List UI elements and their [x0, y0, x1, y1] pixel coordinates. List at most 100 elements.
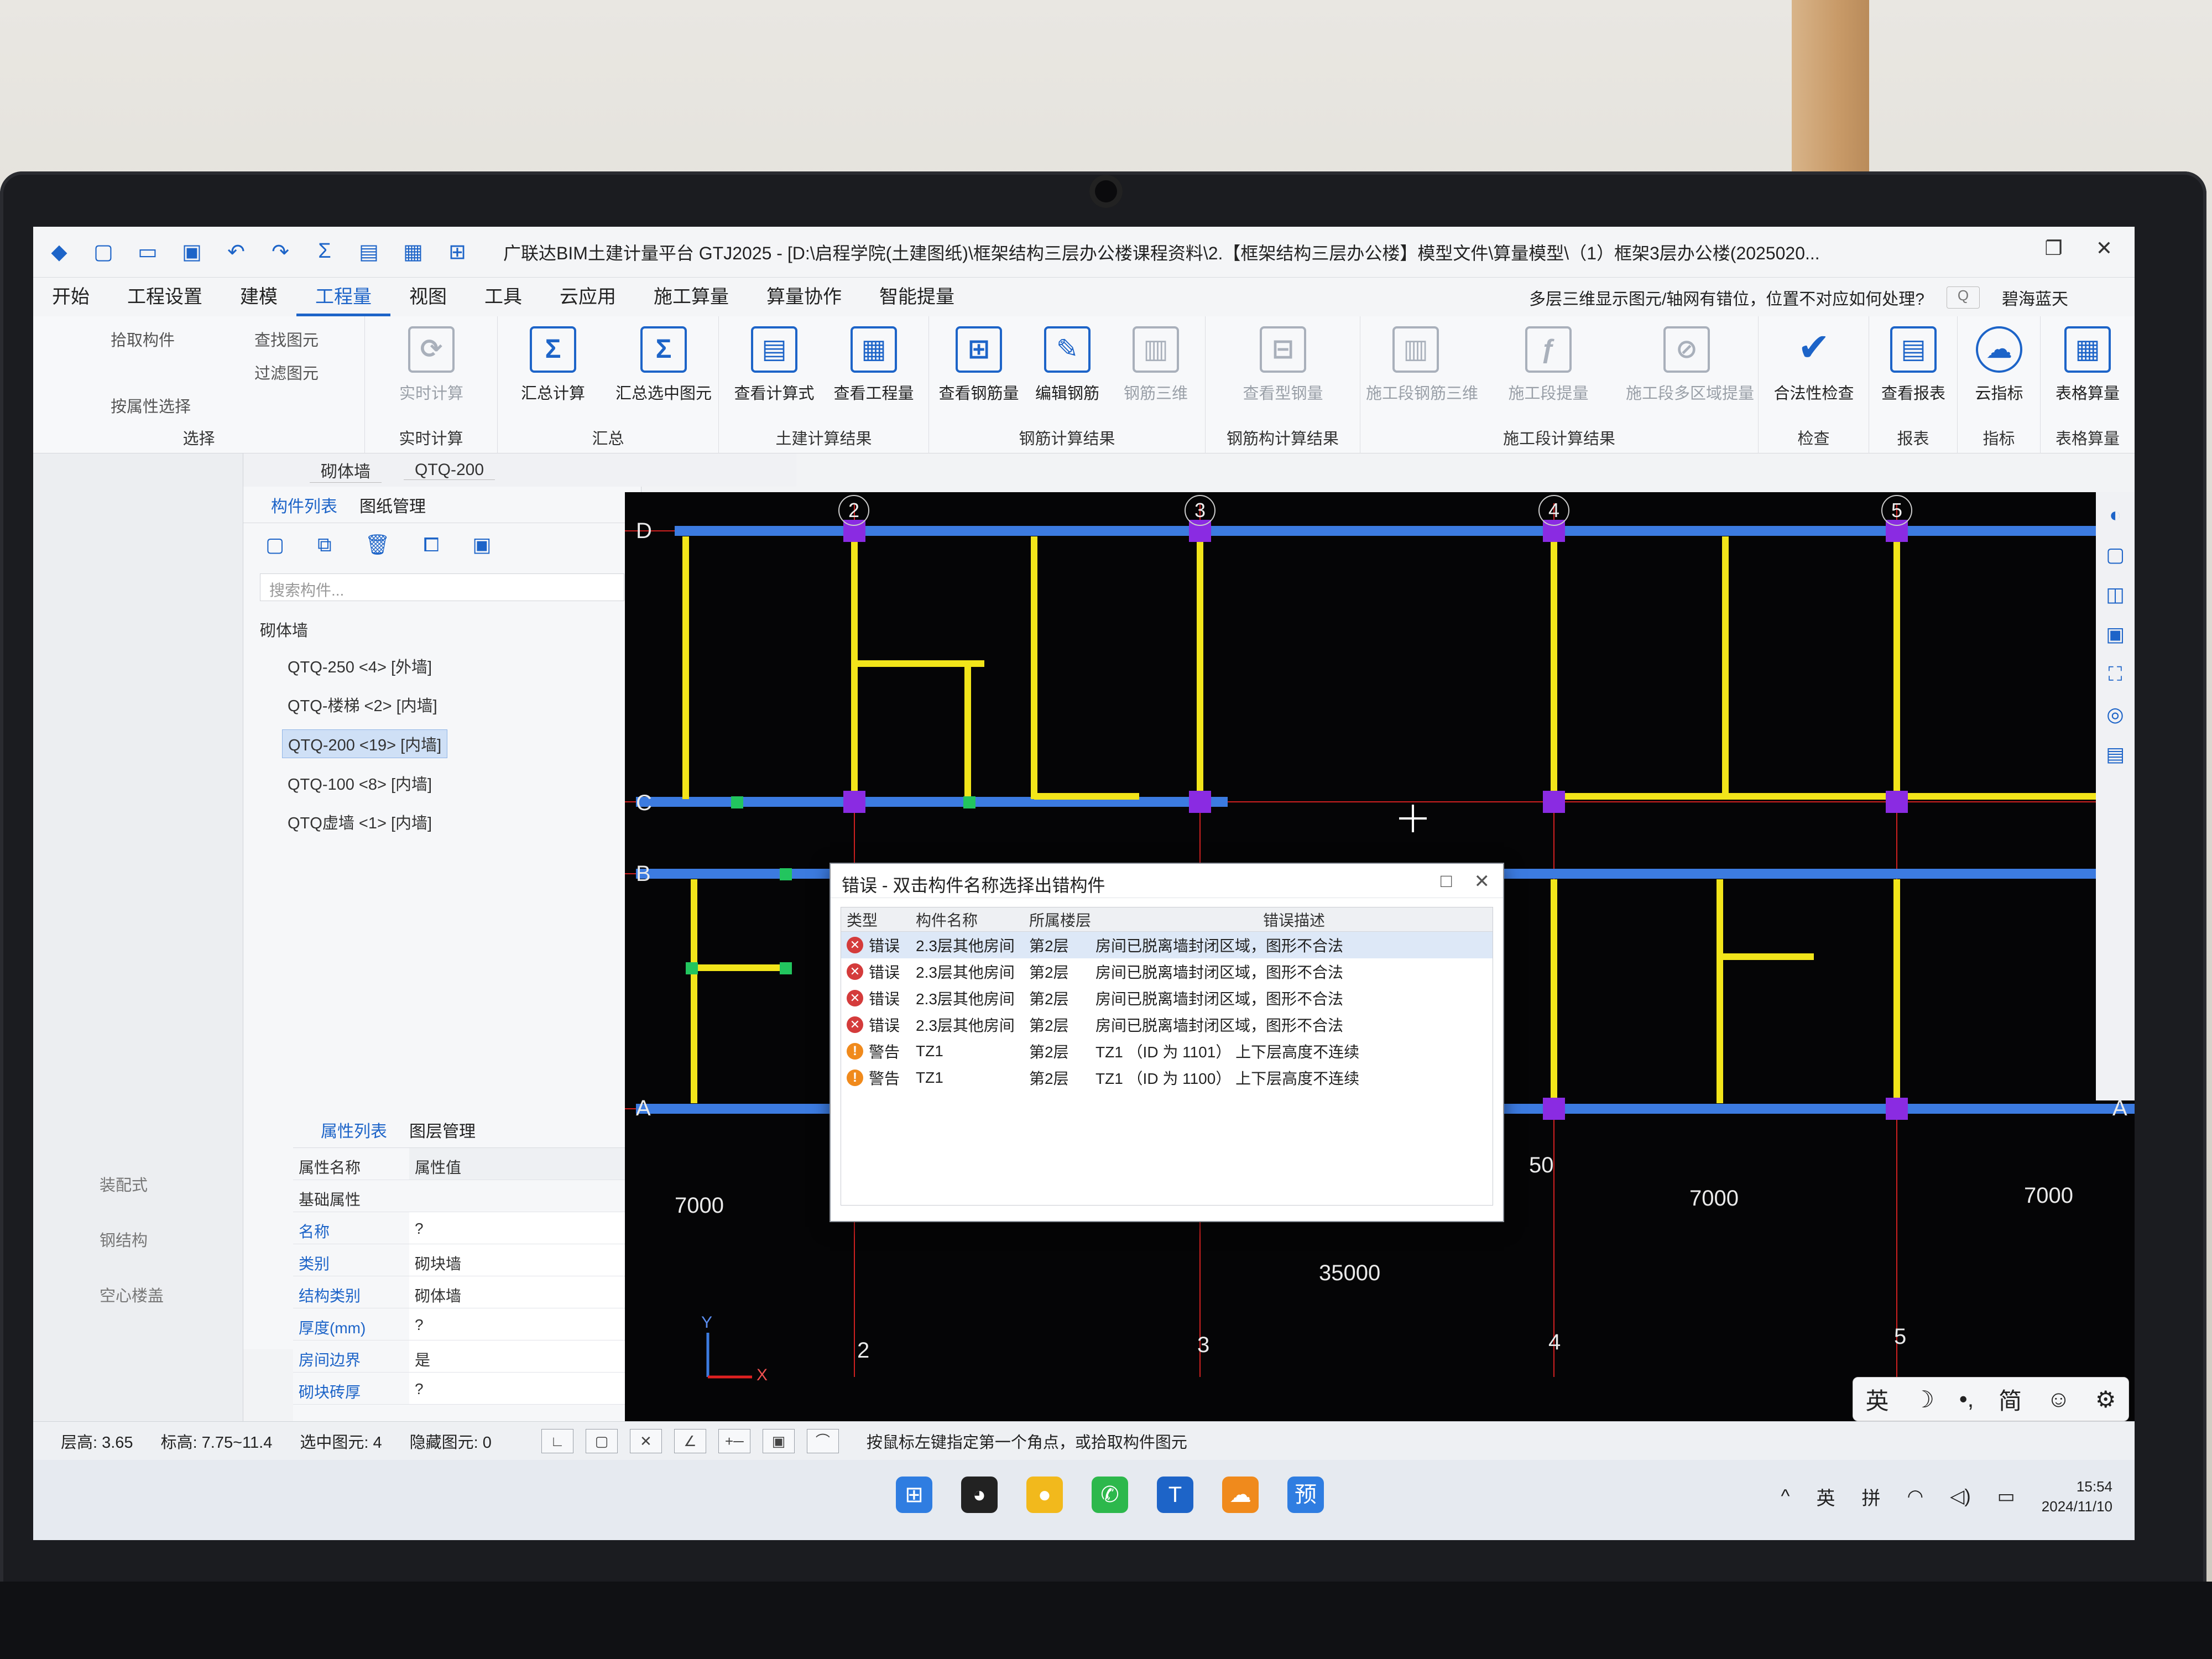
help-search-icon[interactable]: Q: [1947, 286, 1980, 309]
cloud-index-button[interactable]: ☁ 云指标: [1949, 326, 2049, 404]
open-file-icon[interactable]: ▭: [135, 239, 160, 264]
sum-icon[interactable]: Σ: [312, 239, 337, 264]
clock[interactable]: 15:54 2024/11/10: [2042, 1477, 2112, 1516]
component-combo[interactable]: QTQ-200: [404, 461, 495, 480]
maximize-icon[interactable]: □: [1441, 870, 1452, 893]
object-snap-icon[interactable]: ▣: [762, 1428, 795, 1453]
close-button[interactable]: ✕: [2096, 237, 2112, 260]
help-question[interactable]: 多层三维显示图元/轴网有错位，位置不对应如何处理?: [1529, 285, 1924, 310]
report-icon[interactable]: ▤: [356, 239, 382, 264]
import-icon[interactable]: ▣: [472, 533, 491, 557]
fullscreen-icon[interactable]: ⛶: [2108, 662, 2122, 686]
filter-element-button[interactable]: 过滤图元: [254, 361, 319, 384]
tree-item[interactable]: QTQ-楼梯 <2> [内墙]: [282, 691, 443, 718]
warning-row[interactable]: ! 警告 TZ1 第2层 TZ1 （ID 为 1101） 上下层高度不连续: [841, 1038, 1493, 1065]
cloud-app-icon[interactable]: ☁: [1222, 1477, 1259, 1513]
tree-group-masonry[interactable]: 砌体墙: [260, 618, 641, 641]
angle-icon[interactable]: ∠: [674, 1428, 706, 1453]
preview-app-icon[interactable]: 预: [1287, 1477, 1324, 1513]
copy-component-icon[interactable]: ⧉: [317, 533, 332, 557]
save-icon[interactable]: ▣: [179, 239, 205, 264]
cube-view-icon[interactable]: ▣: [2106, 623, 2125, 646]
restore-button[interactable]: ❐: [2045, 237, 2063, 260]
menu-view[interactable]: 视图: [390, 278, 466, 316]
tray-lang[interactable]: 英: [1817, 1483, 1835, 1510]
row-component[interactable]: TZ1: [916, 1069, 1029, 1087]
row-component[interactable]: TZ1: [916, 1042, 1029, 1060]
new-component-icon[interactable]: ▢: [265, 533, 284, 557]
view-steel-button[interactable]: ⊟ 查看型钢量: [1233, 326, 1333, 404]
ortho-icon[interactable]: ∟: [541, 1428, 573, 1453]
component-search-input[interactable]: 搜索构件...: [260, 573, 624, 601]
tree-item-selected[interactable]: QTQ-200 <19> [内墙]: [282, 729, 448, 758]
gtj-app-icon[interactable]: T: [1157, 1477, 1193, 1513]
menu-tools[interactable]: 工具: [466, 278, 541, 316]
col-description[interactable]: 错误描述: [1095, 909, 1493, 931]
menu-quantity[interactable]: 工程量: [296, 278, 390, 316]
view-formula-button[interactable]: ▤ 查看计算式: [724, 326, 824, 404]
summary-calc-button[interactable]: Σ 汇总计算: [503, 326, 603, 404]
row-component[interactable]: 2.3层其他房间: [916, 1014, 1029, 1036]
volume-icon[interactable]: ◁): [1950, 1485, 1970, 1507]
menu-construction-qty[interactable]: 施工算量: [635, 278, 748, 316]
layer-settings-icon[interactable]: ▤: [2106, 743, 2125, 766]
start-icon[interactable]: ⊞: [896, 1477, 932, 1513]
browser-icon[interactable]: ●: [1026, 1477, 1063, 1513]
menu-project-settings[interactable]: 工程设置: [108, 278, 221, 316]
wifi-icon[interactable]: ◠: [1907, 1485, 1924, 1507]
wechat-icon[interactable]: ✆: [1092, 1477, 1128, 1513]
select-by-property-button[interactable]: 按属性选择: [111, 394, 191, 417]
ime-lang[interactable]: 英: [1865, 1383, 1888, 1416]
rebar-3d-button[interactable]: ▥ 钢筋三维: [1106, 326, 1206, 404]
col-name[interactable]: 构件名称: [916, 909, 1029, 931]
summary-selected-button[interactable]: Σ 汇总选中图元: [614, 326, 713, 404]
measure-icon[interactable]: ⊞: [445, 239, 470, 264]
legality-check-button[interactable]: ✔ 合法性检查: [1764, 326, 1864, 404]
moon-icon[interactable]: ☽: [1913, 1386, 1934, 1413]
table-calc-button[interactable]: ▦ 表格算量: [2038, 326, 2135, 404]
tab-layer-management[interactable]: 图层管理: [409, 1118, 476, 1142]
nav-hollow-slab[interactable]: 空心楼盖: [100, 1283, 164, 1306]
tray-ime[interactable]: 拼: [1862, 1483, 1881, 1510]
tab-drawing-management[interactable]: 图纸管理: [359, 493, 426, 517]
category-combo[interactable]: 砌体墙: [310, 458, 382, 483]
construction-multi-button[interactable]: ⊘ 施工段多区域提量: [1626, 326, 1754, 404]
error-row[interactable]: ✕ 错误 2.3层其他房间 第2层 房间已脱离墙封闭区域，图形不合法: [841, 958, 1493, 985]
menu-smart-extract[interactable]: 智能提量: [860, 278, 973, 316]
layer-copy-icon[interactable]: ⧠: [423, 533, 439, 557]
tree-item[interactable]: QTQ虚墙 <1> [内墙]: [282, 808, 437, 836]
col-floor[interactable]: 所属楼层: [1029, 909, 1095, 931]
error-row[interactable]: ✕ 错误 2.3层其他房间 第2层 房间已脱离墙封闭区域，图形不合法: [841, 985, 1493, 1011]
construction-extract-button[interactable]: ƒ 施工段提量: [1499, 326, 1598, 404]
tab-component-list[interactable]: 构件列表: [271, 493, 337, 517]
redo-icon[interactable]: ↷: [268, 239, 293, 264]
snap-box-icon[interactable]: ▢: [585, 1428, 618, 1453]
zoom-fit-icon[interactable]: ◎: [2106, 703, 2124, 726]
row-component[interactable]: 2.3层其他房间: [916, 987, 1029, 1009]
delete-component-icon[interactable]: 🗑: [365, 533, 390, 557]
edit-rebar-button[interactable]: ✎ 编辑钢筋: [1018, 326, 1117, 404]
orbit-icon[interactable]: ◐: [2109, 503, 2121, 526]
realtime-calc-button[interactable]: ⟳ 实时计算: [382, 326, 481, 404]
menu-start[interactable]: 开始: [33, 278, 108, 316]
view-2d-icon[interactable]: ▢: [2106, 543, 2125, 566]
find-element-button[interactable]: 查找图元: [254, 327, 319, 351]
qq-icon[interactable]: ◕: [961, 1477, 998, 1513]
error-row[interactable]: ✕ 错误 2.3层其他房间 第2层 房间已脱离墙封闭区域，图形不合法: [841, 1011, 1493, 1038]
undo-icon[interactable]: ↶: [223, 239, 249, 264]
punctuation-icon[interactable]: •,: [1959, 1386, 1974, 1412]
ime-mode[interactable]: 简: [1999, 1383, 2022, 1416]
view-3d-icon[interactable]: ◫: [2106, 583, 2125, 606]
menu-modeling[interactable]: 建模: [221, 278, 296, 316]
tree-item[interactable]: QTQ-250 <4> [外墙]: [282, 652, 437, 680]
grid-icon[interactable]: ▦: [400, 239, 426, 264]
warning-row[interactable]: ! 警告 TZ1 第2层 TZ1 （ID 为 1100） 上下层高度不连续: [841, 1065, 1493, 1091]
construction-rebar-3d-button[interactable]: ▥ 施工段钢筋三维: [1366, 326, 1478, 404]
offset-icon[interactable]: +─: [718, 1428, 750, 1453]
chevron-up-icon[interactable]: ^: [1781, 1486, 1790, 1507]
view-quantity-button[interactable]: ▦ 查看工程量: [824, 326, 924, 404]
view-rebar-button[interactable]: ⊞ 查看钢筋量: [929, 326, 1029, 404]
menu-collaboration[interactable]: 算量协作: [748, 278, 860, 316]
battery-icon[interactable]: ▭: [1997, 1485, 2015, 1507]
row-component[interactable]: 2.3层其他房间: [916, 961, 1029, 983]
